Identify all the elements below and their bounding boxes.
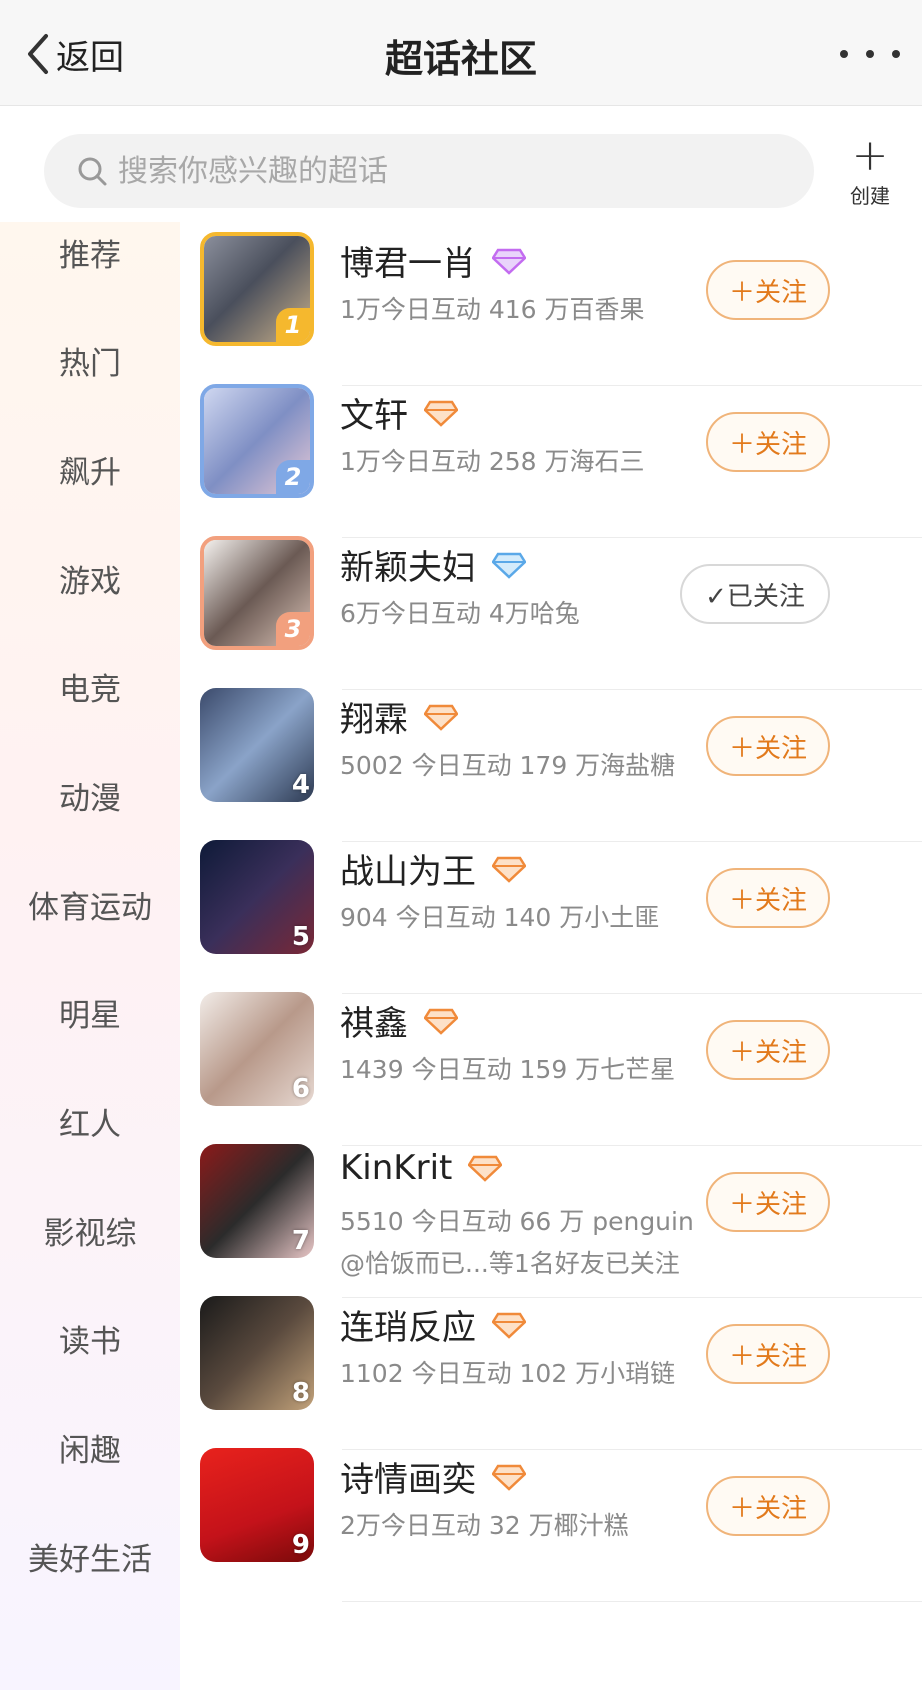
topic-name-wrap: KinKrit bbox=[340, 1148, 503, 1188]
sidebar-item-hot[interactable]: 热门 bbox=[0, 338, 180, 383]
follow-button[interactable]: ＋关注 bbox=[706, 1476, 830, 1536]
friends-followed-note: @恰饭而已...等1名好友已关注 bbox=[340, 1249, 680, 1278]
topic-name-wrap: 祺鑫 bbox=[340, 996, 458, 1045]
topic-avatar[interactable]: 4 bbox=[200, 688, 314, 802]
sidebar-item-rising[interactable]: 飙升 bbox=[0, 447, 180, 492]
topic-stats: 1万今日互动 258 万海石三 bbox=[340, 447, 645, 476]
topic-stats: 904 今日互动 140 万小土匪 bbox=[340, 903, 660, 932]
topic-row[interactable]: 3 新颖夫妇 6万今日互动 4万哈兔 ✓已关注 bbox=[180, 526, 922, 690]
topic-name: 博君一肖 bbox=[340, 244, 476, 284]
follow-button[interactable]: ＋关注 bbox=[706, 412, 830, 472]
follow-button[interactable]: ＋关注 bbox=[706, 1020, 830, 1080]
topic-name: 诗情画奕 bbox=[340, 1460, 476, 1500]
topic-avatar[interactable]: 8 bbox=[200, 1296, 314, 1410]
orange-diamond-icon bbox=[424, 1008, 458, 1035]
rank-badge: 1 bbox=[276, 308, 310, 342]
topic-stats: 1万今日互动 416 万百香果 bbox=[340, 295, 645, 324]
sidebar-item-good-life[interactable]: 美好生活 bbox=[0, 1534, 180, 1579]
topic-name-wrap: 战山为王 bbox=[340, 844, 526, 893]
topic-avatar[interactable]: 5 bbox=[200, 840, 314, 954]
purple-diamond-icon bbox=[492, 248, 526, 275]
sidebar-item-games[interactable]: 游戏 bbox=[0, 556, 180, 601]
topic-row[interactable]: 1 博君一肖 1万今日互动 416 万百香果 ＋关注 bbox=[180, 222, 922, 386]
rank-number: 4 bbox=[291, 770, 310, 800]
rank-badge: 2 bbox=[276, 460, 310, 494]
orange-diamond-icon bbox=[492, 1312, 526, 1339]
search-input[interactable] bbox=[118, 153, 758, 189]
topic-row[interactable]: 5 战山为王 904 今日互动 140 万小土匪 ＋关注 bbox=[180, 830, 922, 994]
topic-avatar[interactable]: 2 bbox=[200, 384, 314, 498]
follow-button[interactable]: ＋关注 bbox=[706, 868, 830, 928]
topic-name: 连琑反应 bbox=[340, 1308, 476, 1348]
topic-name-wrap: 翔霖 bbox=[340, 692, 458, 741]
topic-stats: 2万今日互动 32 万椰汁糕 bbox=[340, 1511, 629, 1540]
topic-stats: 1102 今日互动 102 万小琑链 bbox=[340, 1359, 676, 1388]
topic-row[interactable]: 4 翔霖 5002 今日互动 179 万海盐糖 ＋关注 bbox=[180, 678, 922, 842]
topic-stats: 6万今日互动 4万哈兔 bbox=[340, 599, 580, 628]
orange-diamond-icon bbox=[492, 1464, 526, 1491]
search-bar[interactable] bbox=[44, 134, 814, 208]
sidebar-item-esports[interactable]: 电竞 bbox=[0, 664, 180, 709]
topic-list: 1 博君一肖 1万今日互动 416 万百香果 ＋关注 2 文轩 1万今日互动 2… bbox=[180, 222, 922, 1690]
followed-button[interactable]: ✓已关注 bbox=[680, 564, 830, 624]
sidebar-item-anime[interactable]: 动漫 bbox=[0, 773, 180, 818]
follow-button[interactable]: ＋关注 bbox=[706, 1324, 830, 1384]
create-label: 创建 bbox=[850, 184, 890, 208]
topic-stats: 1439 今日互动 159 万七芒星 bbox=[340, 1055, 676, 1084]
rank-number: 6 bbox=[291, 1074, 310, 1104]
follow-button[interactable]: ＋关注 bbox=[706, 260, 830, 320]
topic-row[interactable]: 8 连琑反应 1102 今日互动 102 万小琑链 ＋关注 bbox=[180, 1286, 922, 1450]
topic-name-wrap: 诗情画奕 bbox=[340, 1452, 526, 1501]
topic-name: 翔霖 bbox=[340, 700, 408, 740]
orange-diamond-icon bbox=[468, 1155, 503, 1182]
sidebar-item-influencers[interactable]: 红人 bbox=[0, 1099, 180, 1144]
search-icon bbox=[78, 157, 107, 186]
sidebar-item-books[interactable]: 读书 bbox=[0, 1316, 180, 1361]
orange-diamond-icon bbox=[492, 856, 526, 883]
create-button[interactable]: + 创建 bbox=[838, 130, 902, 209]
topic-name-wrap: 新颖夫妇 bbox=[340, 540, 526, 589]
sidebar-item-film-tv[interactable]: 影视综 bbox=[0, 1208, 180, 1253]
sidebar-item-recommend[interactable]: 推荐 bbox=[0, 230, 180, 275]
topic-name-wrap: 连琑反应 bbox=[340, 1300, 526, 1349]
topic-name-wrap: 博君一肖 bbox=[340, 236, 526, 285]
topic-avatar[interactable]: 3 bbox=[200, 536, 314, 650]
topic-stats: 5510 今日互动 66 万 penguin bbox=[340, 1207, 694, 1236]
topic-name: 战山为王 bbox=[340, 852, 476, 892]
topic-name-wrap: 文轩 bbox=[340, 388, 458, 437]
sidebar-item-leisure[interactable]: 闲趣 bbox=[0, 1425, 180, 1470]
rank-number: 8 bbox=[291, 1378, 310, 1408]
orange-diamond-icon bbox=[424, 400, 458, 427]
orange-diamond-icon bbox=[424, 704, 458, 731]
sidebar-item-sports[interactable]: 体育运动 bbox=[0, 882, 180, 927]
topic-row[interactable]: 9 诗情画奕 2万今日互动 32 万椰汁糕 ＋关注 bbox=[180, 1438, 922, 1602]
follow-button[interactable]: ＋关注 bbox=[706, 1172, 830, 1232]
topic-avatar[interactable]: 7 bbox=[200, 1144, 314, 1258]
rank-number: 7 bbox=[291, 1226, 310, 1256]
top-navigation-bar: 返回 超话社区 bbox=[0, 0, 922, 106]
plus-icon: + bbox=[851, 130, 889, 181]
divider bbox=[342, 1601, 922, 1602]
topic-name: 文轩 bbox=[340, 396, 408, 436]
rank-badge: 3 bbox=[276, 612, 310, 646]
rank-number: 9 bbox=[291, 1530, 310, 1560]
category-sidebar: 推荐 热门 飙升 游戏 电竞 动漫 体育运动 明星 红人 影视综 读书 闲趣 美… bbox=[0, 222, 180, 1690]
topic-name: KinKrit bbox=[340, 1148, 453, 1188]
topic-stats: 5002 今日互动 179 万海盐糖 bbox=[340, 751, 676, 780]
follow-button[interactable]: ＋关注 bbox=[706, 716, 830, 776]
topic-name: 祺鑫 bbox=[340, 1004, 408, 1044]
topic-row[interactable]: 6 祺鑫 1439 今日互动 159 万七芒星 ＋关注 bbox=[180, 982, 922, 1146]
rank-number: 5 bbox=[291, 922, 310, 952]
page-title: 超话社区 bbox=[384, 37, 537, 81]
topic-row[interactable]: 2 文轩 1万今日互动 258 万海石三 ＋关注 bbox=[180, 374, 922, 538]
topic-avatar[interactable]: 6 bbox=[200, 992, 314, 1106]
topic-row[interactable]: 7 KinKrit 5510 今日互动 66 万 penguin @恰饭而已..… bbox=[180, 1134, 922, 1298]
more-dots-icon[interactable] bbox=[840, 34, 900, 74]
topic-avatar[interactable]: 9 bbox=[200, 1448, 314, 1562]
topic-avatar[interactable]: 1 bbox=[200, 232, 314, 346]
topic-name: 新颖夫妇 bbox=[340, 548, 476, 588]
sidebar-item-stars[interactable]: 明星 bbox=[0, 990, 180, 1035]
blue-diamond-icon bbox=[492, 552, 526, 579]
